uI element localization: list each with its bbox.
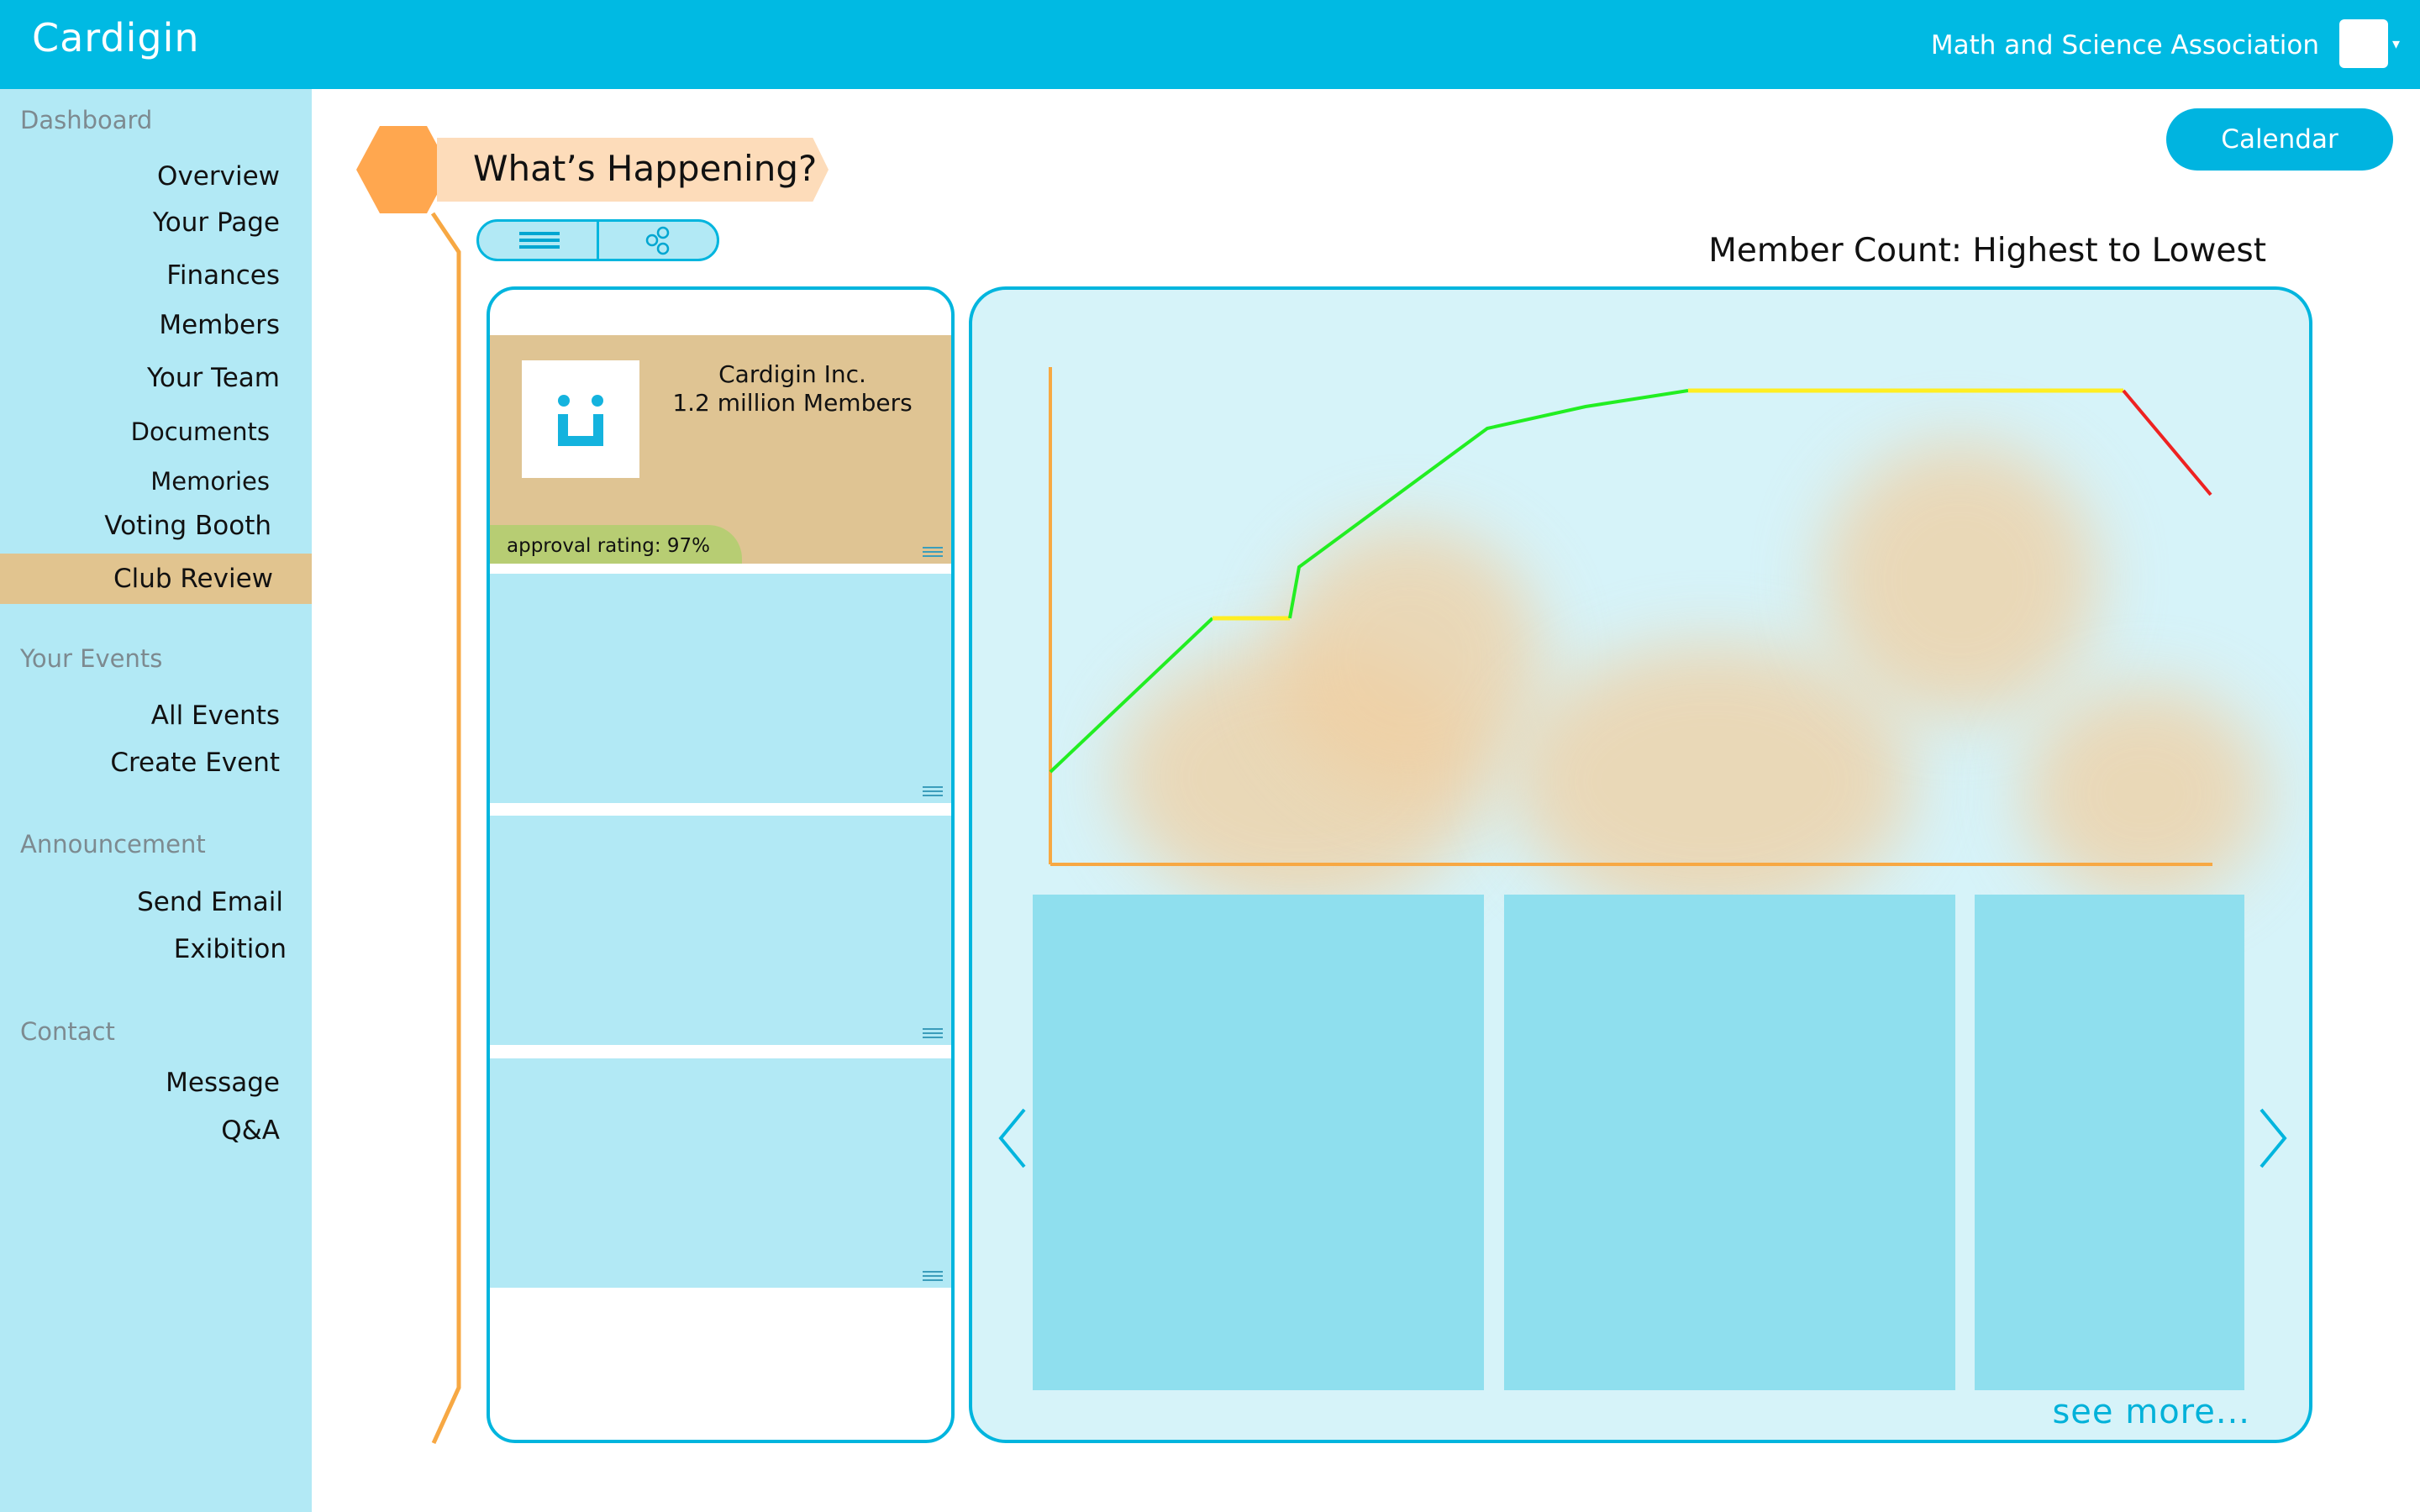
hexagon-icon: [356, 126, 450, 213]
list-item[interactable]: [490, 574, 951, 803]
gallery-tile[interactable]: [1033, 895, 1484, 1390]
trend-line-segment: [1288, 389, 1689, 619]
timeline-line: [430, 212, 461, 1445]
drag-handle-icon[interactable]: [923, 786, 943, 796]
cardigin-logo-icon: [522, 360, 639, 478]
approval-badge: approval rating: 97%: [490, 525, 742, 564]
member-count-chart: [1049, 367, 2212, 866]
sidebar-section-contact: Contact: [20, 1017, 115, 1046]
list-icon: [519, 232, 560, 249]
drag-handle-icon[interactable]: [923, 1028, 943, 1038]
view-toggle[interactable]: [476, 219, 719, 261]
timeline: [356, 126, 461, 1445]
chart-title: Member Count: Highest to Lowest: [1708, 232, 2266, 270]
member-count-panel: see more...: [969, 286, 2312, 1443]
sidebar-section-dashboard: Dashboard: [20, 106, 153, 134]
chevron-right-icon[interactable]: [2256, 1106, 2290, 1170]
list-view-button[interactable]: [479, 222, 599, 259]
sidebar-section-your-events: Your Events: [20, 644, 163, 673]
gallery-tile[interactable]: [1504, 895, 1955, 1390]
see-more-link[interactable]: see more...: [2052, 1393, 2250, 1431]
club-list-panel[interactable]: Cardigin Inc. 1.2 million Members approv…: [487, 286, 955, 1443]
top-bar: Cardigin Math and Science Association ▾: [0, 0, 2420, 89]
trend-line-segment: [2122, 389, 2212, 496]
account-dropdown-icon[interactable]: ▾: [2392, 35, 2400, 53]
chevron-left-icon[interactable]: [996, 1106, 1029, 1170]
club-name: Cardigin Inc.: [718, 360, 866, 388]
drag-handle-icon[interactable]: [923, 1271, 943, 1281]
section-title: What’s Happening?: [473, 148, 818, 189]
avatar[interactable]: [2339, 19, 2388, 68]
app-title[interactable]: Cardigin: [32, 15, 200, 60]
member-count: 1.2 million Members: [672, 389, 913, 417]
organization-name[interactable]: Math and Science Association: [1931, 30, 2319, 60]
list-item[interactable]: [490, 816, 951, 1045]
trend-line-segment: [1049, 617, 1214, 774]
share-nodes-icon: [645, 226, 670, 255]
calendar-button[interactable]: Calendar: [2166, 108, 2393, 171]
club-info: Cardigin Inc. 1.2 million Members: [658, 360, 927, 417]
drag-handle-icon[interactable]: [923, 547, 943, 557]
sidebar-item-club-review[interactable]: Club Review: [0, 554, 312, 604]
gallery-tile[interactable]: [1975, 895, 2244, 1390]
list-item[interactable]: [490, 1058, 951, 1288]
sidebar: Dashboard Overview Your Page Finances Me…: [0, 89, 312, 1512]
network-view-button[interactable]: [599, 222, 717, 259]
sidebar-section-announcement: Announcement: [20, 830, 206, 858]
list-item[interactable]: Cardigin Inc. 1.2 million Members approv…: [490, 335, 951, 564]
